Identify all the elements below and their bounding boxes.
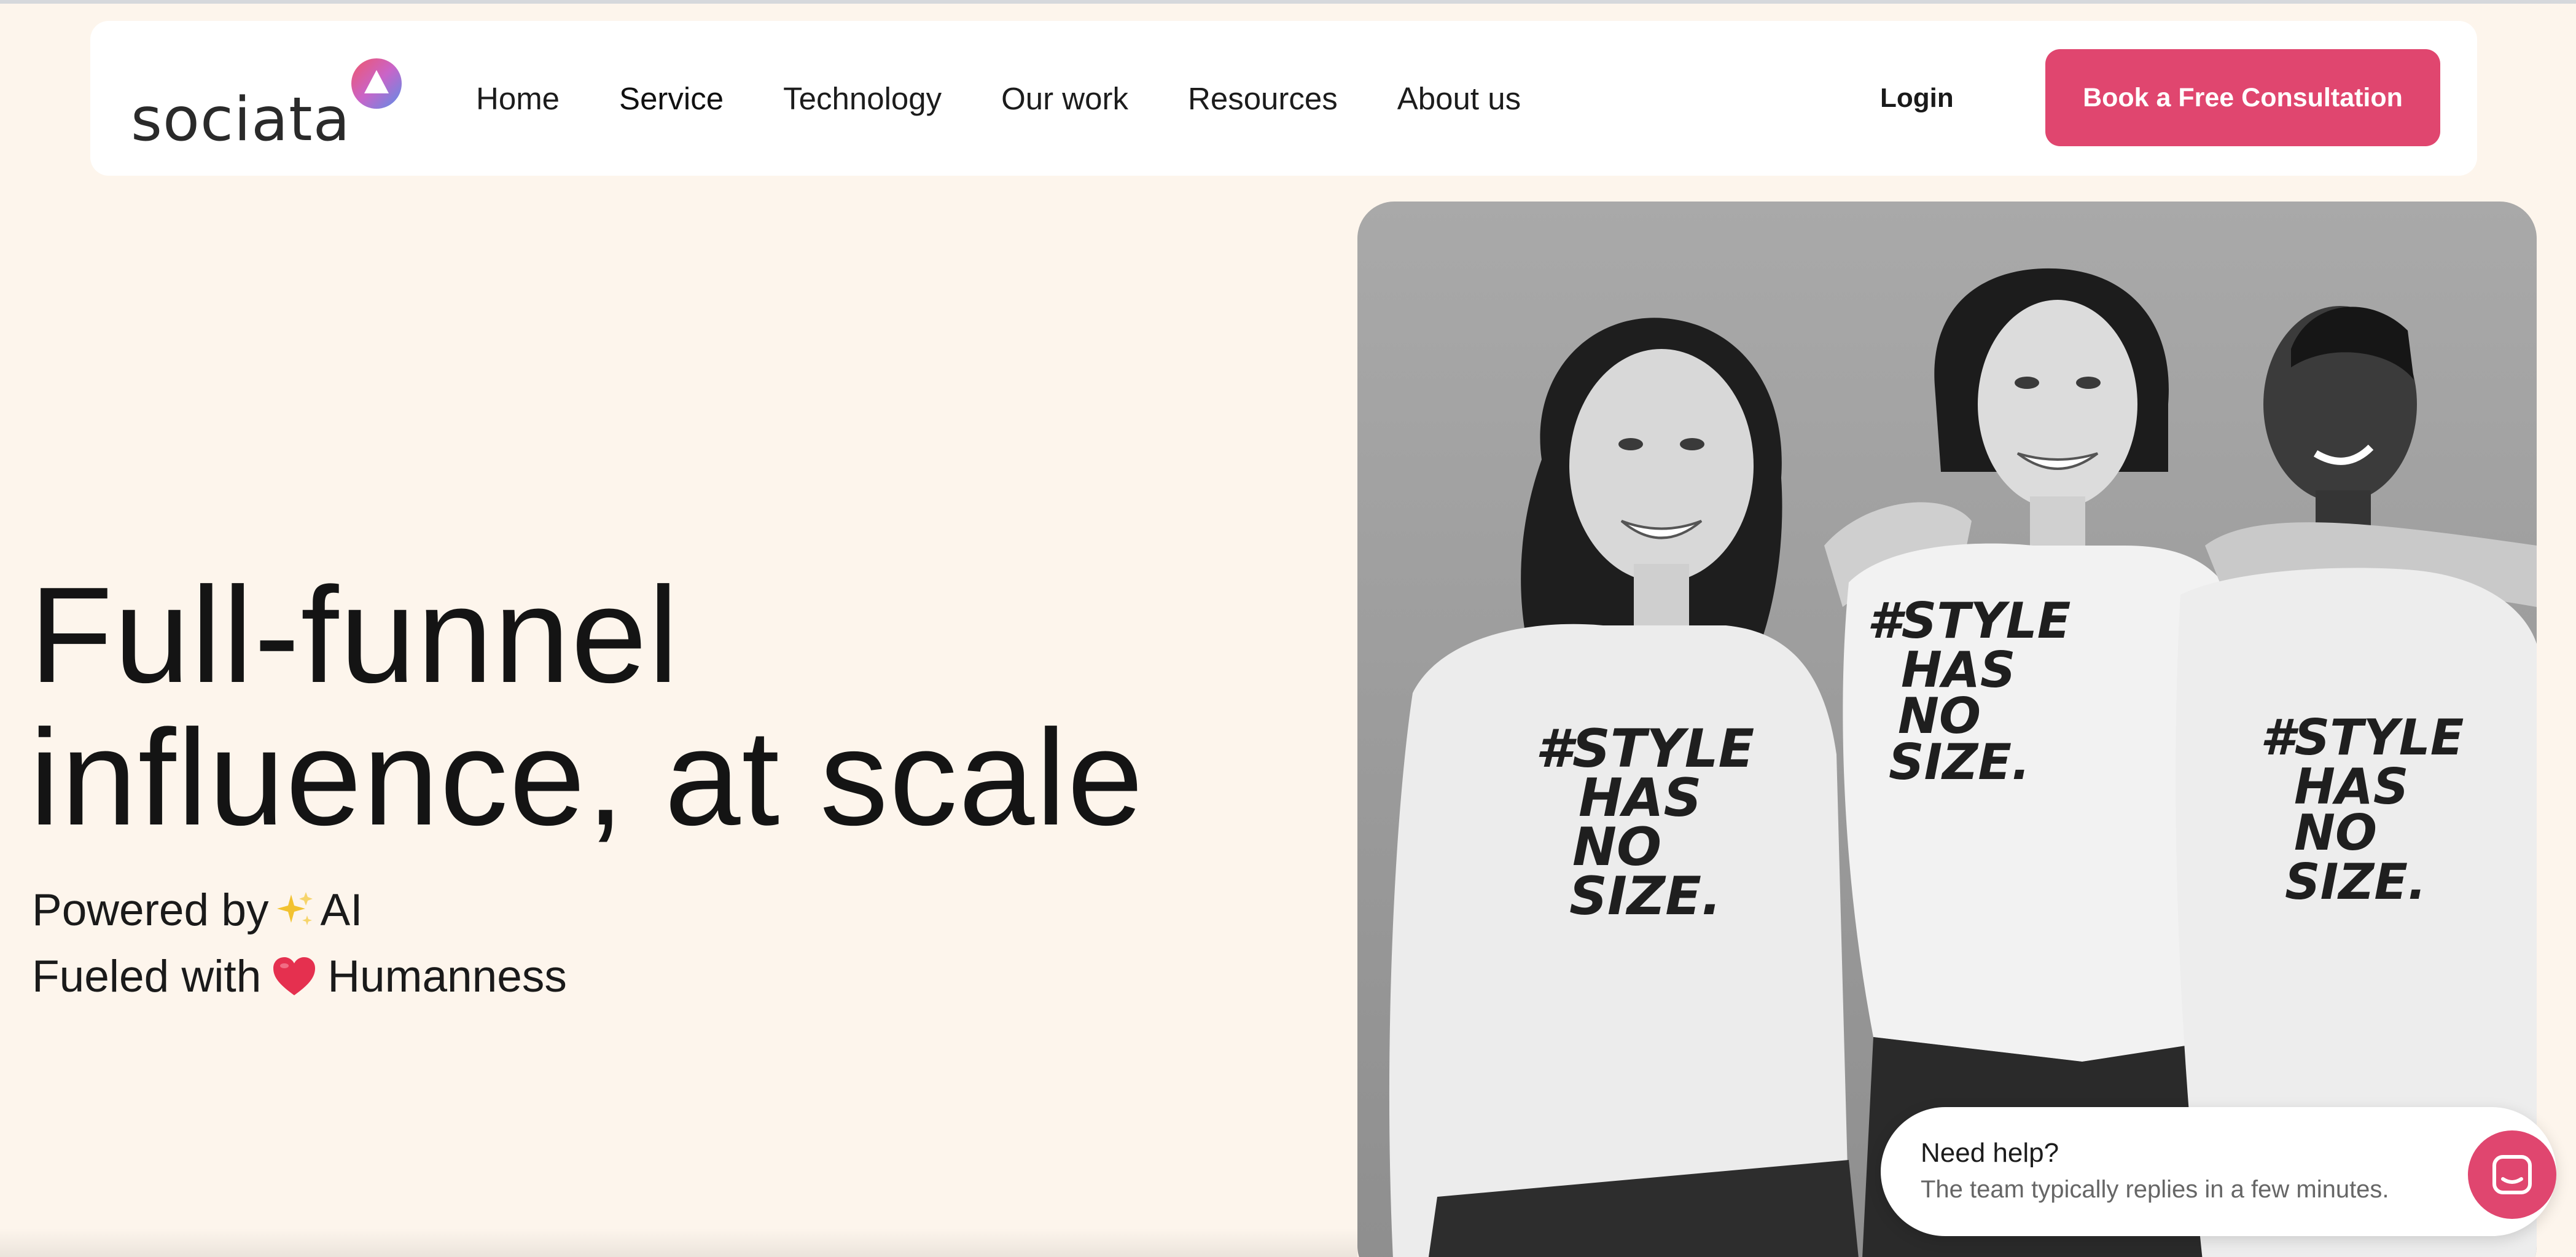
hero-photo: #STYLE HAS NO SIZE. #STYLE HAS NO SIZE. … (1357, 202, 2537, 1257)
nav-home[interactable]: Home (476, 80, 560, 117)
svg-text:SIZE.: SIZE. (2285, 853, 2426, 910)
tagline-2-prefix: Fueled with (32, 952, 262, 1001)
svg-text:SIZE.: SIZE. (1889, 734, 2030, 791)
navbar: sociata Home Service Technology Our work… (90, 21, 2477, 176)
nav-resources[interactable]: Resources (1188, 80, 1338, 117)
tagline-powered-by: Powered by AI (32, 885, 362, 936)
sparkles-icon (276, 891, 313, 925)
main-nav: Home Service Technology Our work Resourc… (476, 21, 1580, 176)
chat-launcher-button[interactable] (2468, 1130, 2556, 1219)
heart-icon (273, 957, 316, 995)
chat-help-bubble[interactable]: Need help? The team typically replies in… (1881, 1107, 2556, 1236)
logo[interactable]: sociata (131, 58, 402, 162)
scroll-shadow (0, 1229, 1357, 1257)
login-link[interactable]: Login (1880, 21, 1954, 176)
tagline-1-suffix: AI (320, 885, 363, 935)
book-consultation-button[interactable]: Book a Free Consultation (2045, 49, 2440, 146)
logo-triangle-icon (351, 58, 402, 109)
chat-subtitle: The team typically replies in a few minu… (1921, 1176, 2389, 1203)
hero-title-line-2: influence, at scale (29, 702, 1145, 854)
browser-top-border (0, 0, 2576, 4)
nav-service[interactable]: Service (619, 80, 724, 117)
nav-our-work[interactable]: Our work (1001, 80, 1128, 117)
chat-title: Need help? (1921, 1138, 2059, 1168)
tagline-2-suffix: Humanness (327, 952, 567, 1001)
svg-text:SIZE.: SIZE. (1569, 866, 1722, 927)
page: sociata Home Service Technology Our work… (0, 0, 2576, 1257)
hero-photo-illustration: #STYLE HAS NO SIZE. #STYLE HAS NO SIZE. … (1389, 268, 2537, 1257)
nav-about-us[interactable]: About us (1397, 80, 1521, 117)
logo-wordmark: sociata (131, 85, 351, 155)
hero-title-line-1: Full-funnel (29, 559, 680, 711)
chat-icon (2492, 1155, 2532, 1194)
tagline-1-prefix: Powered by (32, 885, 269, 935)
hero-title: Full-funnel influence, at scale (29, 564, 1144, 849)
tagline-fueled-with: Fueled with Humanness (32, 951, 567, 1002)
nav-technology[interactable]: Technology (783, 80, 942, 117)
